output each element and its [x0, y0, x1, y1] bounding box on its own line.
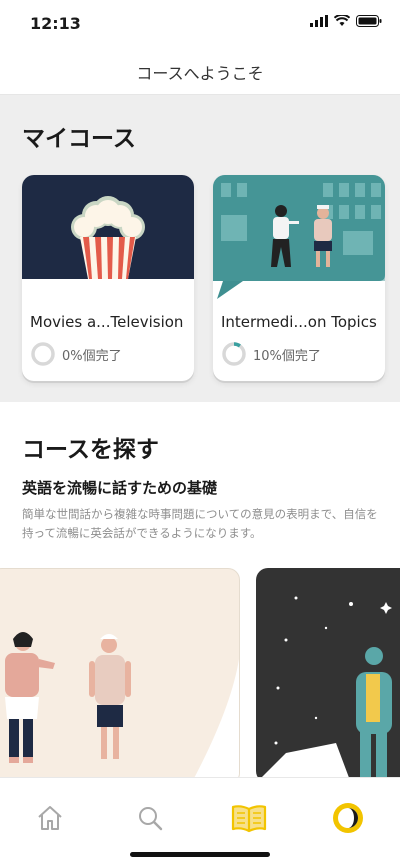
explore-description: 簡単な世間話から複雑な時事問題についての意見の表明まで、自信を持って流暢に英会話…	[22, 507, 378, 540]
book-icon	[231, 805, 267, 833]
search-icon	[139, 807, 163, 831]
status-time: 12:13	[30, 14, 81, 33]
explore-courses-title: コースを探す	[22, 437, 159, 463]
course-progress: 0%個完了	[30, 341, 122, 367]
street-conversation-illustration	[213, 175, 385, 299]
space-illustration	[256, 596, 392, 783]
home-indicator	[130, 852, 270, 857]
explore-subtitle: 英語を流暢に話すための基礎	[22, 479, 218, 497]
profile-icon	[333, 803, 363, 833]
progress-label: 0%個完了	[62, 348, 122, 364]
person-man-icon	[89, 634, 131, 759]
progress-ring-icon	[222, 342, 246, 366]
course-card-title: Intermedi...on Topics	[221, 313, 377, 331]
my-courses-title: マイコース	[22, 126, 136, 152]
tab-search[interactable]	[130, 798, 170, 838]
popcorn-illustration	[22, 175, 194, 279]
conversation-illustration	[5, 632, 239, 784]
progress-ring-icon	[31, 342, 55, 366]
course-card-intermediate[interactable]: Intermedi...on Topics 10%個完了	[213, 175, 385, 381]
person-icon	[356, 647, 392, 777]
course-card-title: Movies a...Television	[30, 313, 184, 331]
status-icons	[310, 15, 382, 27]
course-card-movies[interactable]: Movies a...Television 0%個完了	[22, 175, 194, 381]
status-bar: 12:13	[0, 0, 400, 46]
person-woman-icon	[5, 632, 55, 763]
my-courses-section: マイコース Movies a...Television 0%個完了 Interm…	[0, 95, 400, 402]
explore-card-space[interactable]	[256, 568, 400, 783]
nav-header: コースへようこそ	[0, 46, 400, 95]
signal-icon	[310, 15, 328, 27]
tab-home[interactable]	[30, 798, 70, 838]
explore-card-conversation[interactable]	[0, 568, 240, 785]
course-progress: 10%個完了	[221, 341, 321, 367]
page-title: コースへようこそ	[136, 64, 264, 83]
battery-icon	[356, 15, 382, 27]
progress-label: 10%個完了	[253, 348, 321, 364]
tab-courses[interactable]	[229, 798, 269, 838]
home-icon	[38, 806, 62, 830]
wifi-icon	[334, 15, 350, 26]
tab-profile[interactable]	[328, 798, 368, 838]
